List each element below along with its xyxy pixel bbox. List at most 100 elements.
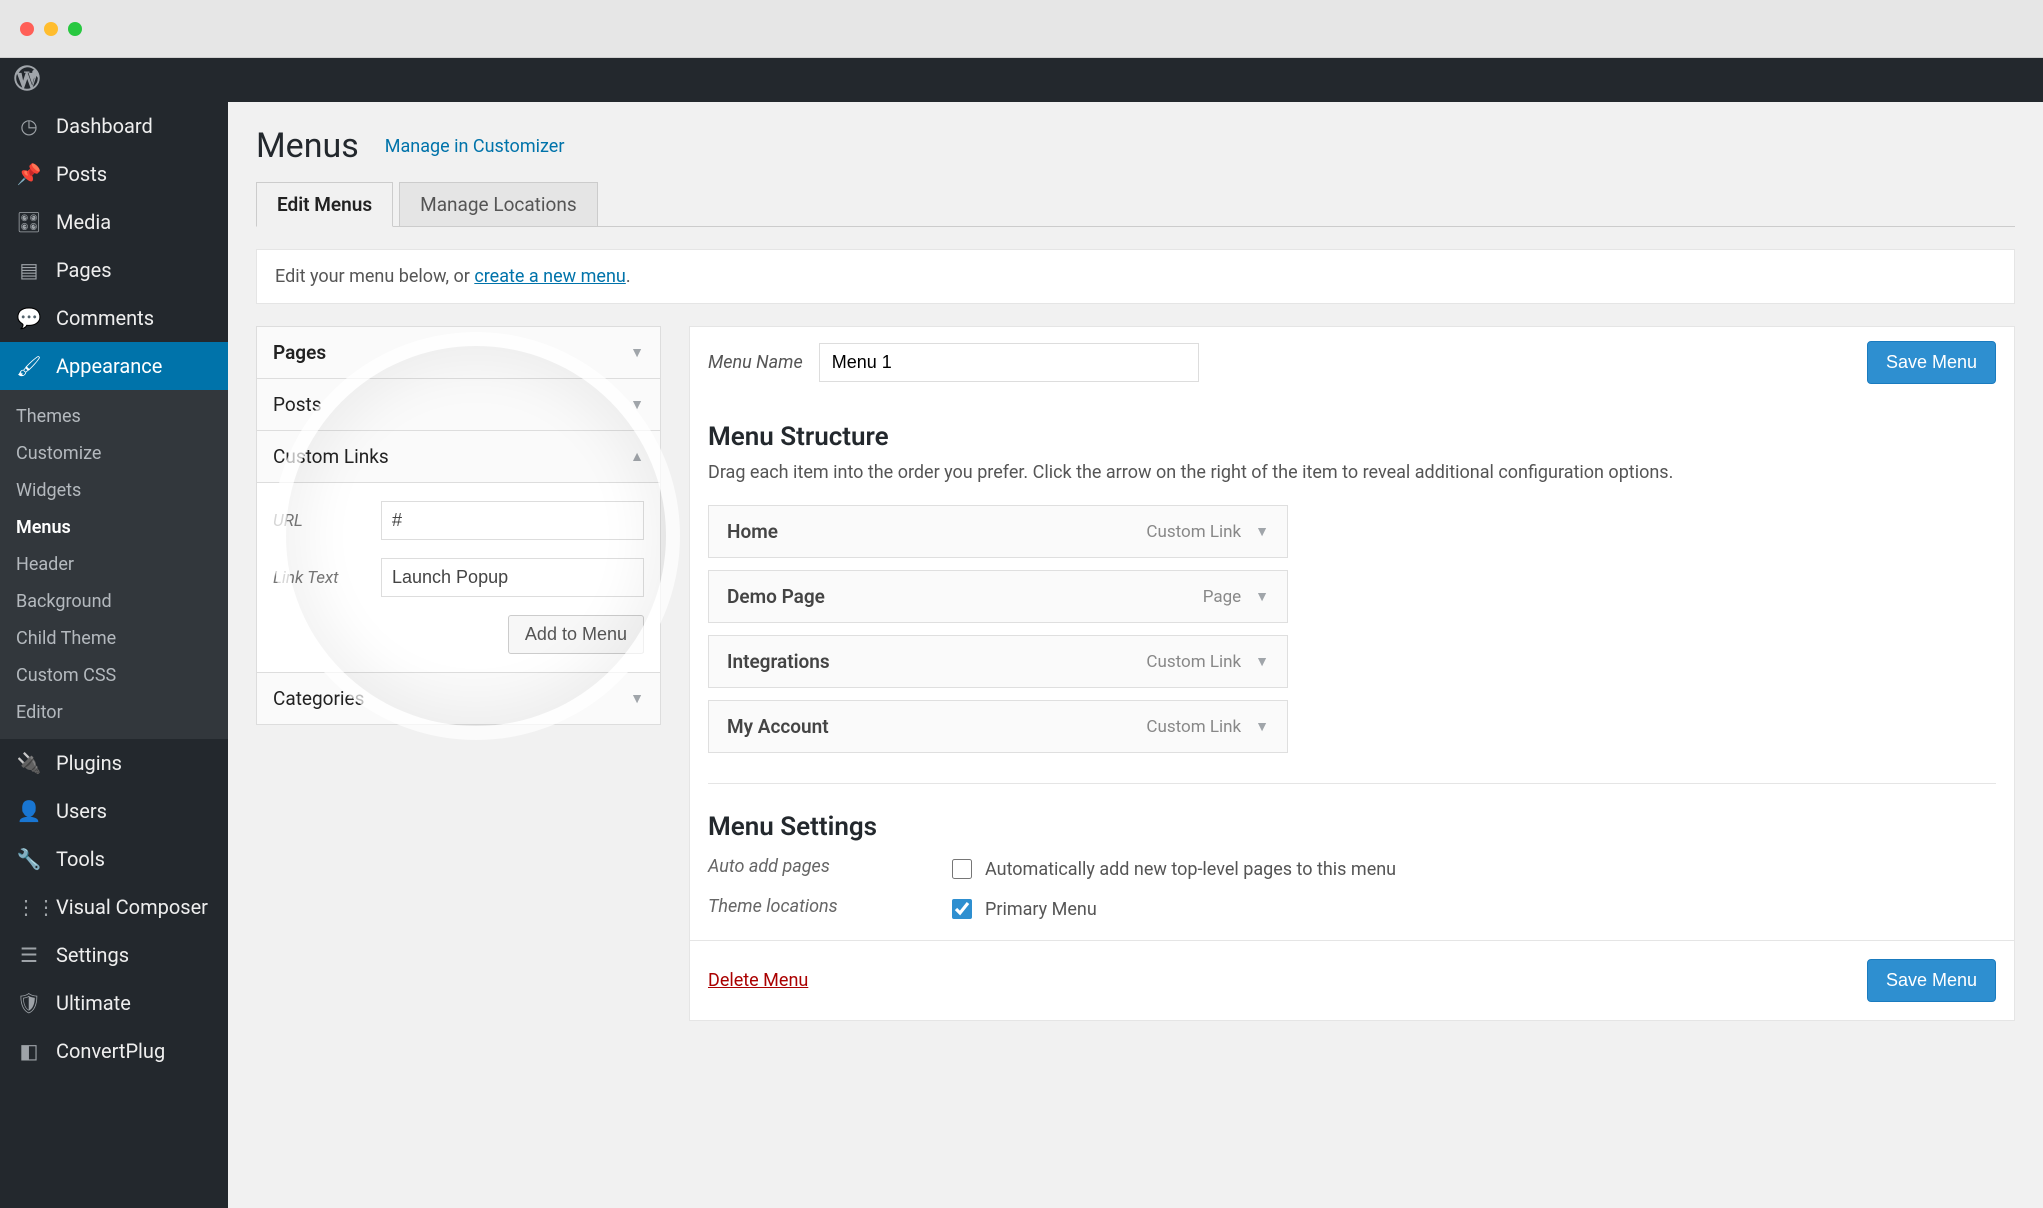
sidebar-item-label: Tools <box>56 847 105 871</box>
accordion-categories: Categories▼ <box>256 673 661 725</box>
accordion-toggle[interactable]: Categories▼ <box>257 673 660 724</box>
menu-structure-item[interactable]: Integrations Custom Link ▼ <box>708 635 1288 688</box>
menu-name-label: Menu Name <box>708 352 803 373</box>
manage-customizer-link[interactable]: Manage in Customizer <box>373 130 577 163</box>
save-menu-button-bottom[interactable]: Save Menu <box>1867 959 1996 1002</box>
settings-label: Theme locations <box>708 896 918 917</box>
delete-menu-link[interactable]: Delete Menu <box>708 970 808 991</box>
sidebar-item-ultimate[interactable]: 🛡 Ultimate <box>0 979 228 1027</box>
wordpress-logo-icon[interactable] <box>14 65 40 96</box>
link-text-label: Link Text <box>273 568 381 588</box>
menu-name-input[interactable] <box>819 343 1199 382</box>
settings-option-label: Automatically add new top-level pages to… <box>985 859 1396 880</box>
submenu-item-background[interactable]: Background <box>0 583 228 620</box>
submenu-item-widgets[interactable]: Widgets <box>0 472 228 509</box>
pin-icon: 📌 <box>16 162 42 186</box>
submenu-item-custom-css[interactable]: Custom CSS <box>0 657 228 694</box>
pages-icon: ▤ <box>16 258 42 282</box>
menu-structure-heading: Menu Structure <box>708 422 1996 452</box>
menu-structure-item[interactable]: Demo PagePage▼ <box>708 570 1288 623</box>
accordion-toggle[interactable]: Custom Links▲ <box>257 431 660 482</box>
accordion-title: Custom Links <box>273 445 389 468</box>
window-close-dot[interactable] <box>20 22 34 36</box>
accordion-toggle[interactable]: Pages▼ <box>257 327 660 378</box>
sliders-icon: ☰ <box>16 943 42 967</box>
cp-icon: ◧ <box>16 1039 42 1063</box>
sidebar-item-pages[interactable]: ▤ Pages <box>0 246 228 294</box>
wrench-icon: 🔧 <box>16 847 42 871</box>
sidebar-item-label: Media <box>56 210 111 234</box>
gauge-icon: ◷ <box>16 114 42 138</box>
sidebar-item-users[interactable]: 👤Users <box>0 787 228 835</box>
admin-sidebar: ◷ Dashboard 📌Posts 🎛 Media ▤ Pages 💬 Comments 🖌Ap… <box>0 102 228 1208</box>
menu-item-type: Page <box>1203 587 1241 607</box>
settings-option-label: Primary Menu <box>985 899 1097 920</box>
submenu-item-child-theme[interactable]: Child Theme <box>0 620 228 657</box>
sidebar-item-appearance[interactable]: 🖌Appearance <box>0 342 228 390</box>
accordion-pages: Pages▼ <box>256 326 661 379</box>
window-minimize-dot[interactable] <box>44 22 58 36</box>
window-zoom-dot[interactable] <box>68 22 82 36</box>
sidebar-item-posts[interactable]: 📌Posts <box>0 150 228 198</box>
custom-link-url-input[interactable] <box>381 501 644 540</box>
menu-item-title: My Account <box>727 715 829 738</box>
browser-chrome <box>0 0 2043 58</box>
accordion-title: Posts <box>273 393 322 416</box>
notice-text: Edit your menu below, or <box>275 266 474 287</box>
sidebar-item-label: Pages <box>56 258 112 282</box>
page-title: Menus <box>256 126 359 166</box>
sidebar-item-label: Visual Composer <box>56 895 208 919</box>
menu-item-type: Custom Link <box>1146 717 1241 737</box>
settings-checkbox[interactable] <box>952 899 972 919</box>
menu-structure-item[interactable]: HomeCustom Link▼ <box>708 505 1288 558</box>
accordion-custom-links: Custom Links▲ URL Link Text Add to Menu <box>256 431 661 673</box>
menu-item-title: Demo Page <box>727 585 825 608</box>
tab-edit-menus[interactable]: Edit Menus <box>256 182 393 227</box>
media-icon: 🎛 <box>16 210 42 234</box>
sidebar-item-tools[interactable]: 🔧 Tools <box>0 835 228 883</box>
sidebar-item-plugins[interactable]: 🔌Plugins <box>0 739 228 787</box>
submenu-item-menus[interactable]: Menus <box>0 509 228 546</box>
sidebar-item-label: ConvertPlug <box>56 1039 165 1063</box>
menu-item-title: Home <box>727 520 778 543</box>
sidebar-item-comments[interactable]: 💬 Comments <box>0 294 228 342</box>
menu-item-title: Integrations <box>727 650 830 673</box>
sidebar-item-label: Ultimate <box>56 991 131 1015</box>
tab-manage-locations[interactable]: Manage Locations <box>399 182 598 227</box>
sidebar-item-convertplug[interactable]: ◧ ConvertPlug <box>0 1027 228 1075</box>
accordion-toggle[interactable]: Posts ▼ <box>257 379 660 430</box>
tabs: Edit MenusManage Locations <box>256 182 2015 227</box>
caret-down-icon: ▼ <box>1255 653 1269 670</box>
accordion-title: Pages <box>273 341 326 364</box>
comment-icon: 💬 <box>16 306 42 330</box>
add-to-menu-button[interactable]: Add to Menu <box>508 615 644 654</box>
sidebar-item-dashboard[interactable]: ◷ Dashboard <box>0 102 228 150</box>
sidebar-item-label: Dashboard <box>56 114 153 138</box>
settings-checkbox[interactable] <box>952 859 972 879</box>
sidebar-item-visual-composer[interactable]: ⋮⋮ Visual Composer <box>0 883 228 931</box>
vc-icon: ⋮⋮ <box>16 895 42 919</box>
submenu-item-themes[interactable]: Themes <box>0 398 228 435</box>
menu-structure-hint: Drag each item into the order you prefer… <box>708 462 1996 483</box>
accordion-posts: Posts ▼ <box>256 379 661 431</box>
url-label: URL <box>273 511 381 531</box>
submenu-item-header[interactable]: Header <box>0 546 228 583</box>
caret-down-icon: ▼ <box>1255 523 1269 540</box>
settings-row: Theme locations Primary Menu <box>708 896 1996 922</box>
custom-link-text-input[interactable] <box>381 558 644 597</box>
submenu-item-editor[interactable]: Editor <box>0 694 228 731</box>
menu-structure-item[interactable]: My AccountCustom Link▼ <box>708 700 1288 753</box>
appearance-submenu: ThemesCustomizeWidgetsMenusHeaderBackgro… <box>0 390 228 739</box>
sidebar-item-settings[interactable]: ☰Settings <box>0 931 228 979</box>
caret-down-icon: ▼ <box>630 396 644 413</box>
create-menu-link[interactable]: create a new menu <box>474 266 626 287</box>
sidebar-item-label: Users <box>56 799 107 823</box>
shield-icon: 🛡 <box>16 991 42 1015</box>
sidebar-item-label: Comments <box>56 306 154 330</box>
sidebar-item-media[interactable]: 🎛 Media <box>0 198 228 246</box>
submenu-item-customize[interactable]: Customize <box>0 435 228 472</box>
save-menu-button-top[interactable]: Save Menu <box>1867 341 1996 384</box>
menu-settings-heading: Menu Settings <box>708 812 1996 842</box>
main-content: Menus Manage in Customizer Edit MenusMan… <box>228 102 2043 1208</box>
menu-item-type: Custom Link <box>1146 652 1241 672</box>
